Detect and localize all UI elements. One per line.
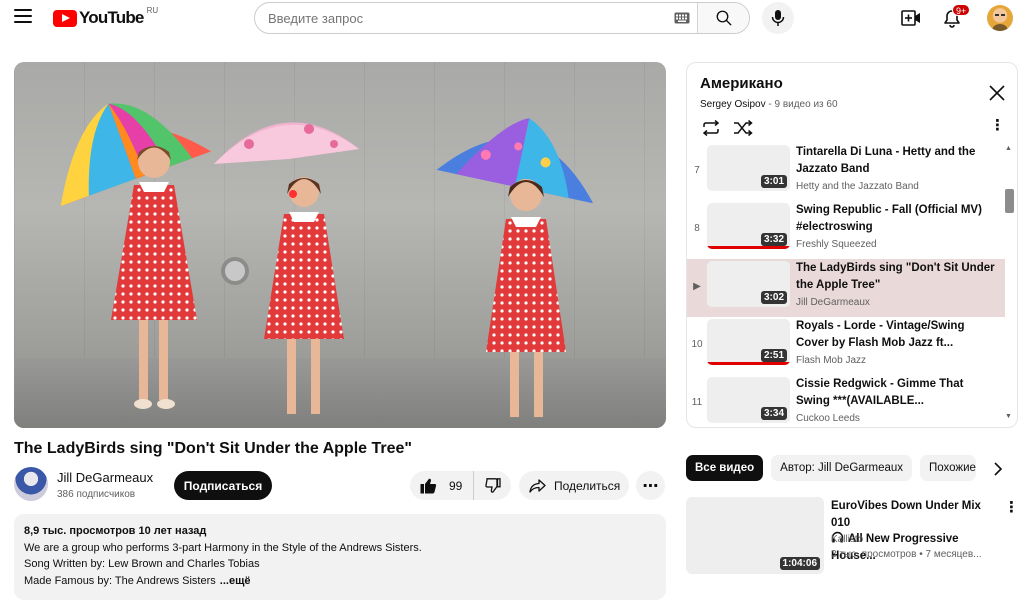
- channel-name[interactable]: Jill DeGarmeaux: [57, 470, 153, 485]
- dislike-button[interactable]: [474, 471, 511, 500]
- playlist-item-title: Cissie Redgwick - Gimme That Swing ***(A…: [796, 378, 964, 407]
- channel-avatar[interactable]: [14, 467, 48, 501]
- playlist-item[interactable]: 10 2:51 Royals - Lorde - Vintage/Swing Cov…: [687, 317, 1005, 375]
- playlist-item-title: Swing Republic - Fall (Official MV) #ele…: [796, 204, 982, 233]
- playlist-item-index: ▶: [693, 281, 701, 292]
- video-duration: 3:32: [760, 233, 787, 246]
- video-player[interactable]: [14, 62, 666, 428]
- playlist-item-title: Tintarella Di Luna - Hetty and the Jazza…: [796, 146, 976, 175]
- description-line-last: Made Famous by: The Andrews Sisters ...ещ…: [24, 573, 656, 590]
- watch-progress-bar: [707, 246, 790, 249]
- playlist-item-channel: Jill DeGarmeaux: [796, 297, 870, 308]
- share-label: Поделиться: [554, 478, 621, 493]
- playlist-subtitle: Sergey Osipov - 9 видео из 60: [700, 99, 838, 110]
- recommended-video[interactable]: 1:04:06 EuroVibes Down Under Mix 010 All…: [686, 496, 1019, 576]
- logo-text: YouTube: [79, 8, 144, 27]
- video-duration: 3:01: [760, 175, 787, 188]
- chevron-right-icon[interactable]: [988, 459, 1008, 479]
- search-button[interactable]: [697, 3, 749, 33]
- shuffle-icon[interactable]: [733, 120, 753, 136]
- show-more-link[interactable]: ...ещё: [220, 575, 251, 587]
- scroll-up-arrow-icon[interactable]: ▲: [1005, 145, 1012, 152]
- user-avatar[interactable]: [987, 5, 1013, 31]
- playlist-owner[interactable]: Sergey Osipov: [700, 99, 766, 110]
- youtube-play-icon: [53, 9, 77, 27]
- video-frame-singer-left: [60, 103, 212, 409]
- playlist-scrollbar[interactable]: [1005, 189, 1014, 213]
- video-plus-icon: [901, 10, 920, 26]
- video-duration: 1:04:06: [779, 557, 820, 570]
- chip-related[interactable]: Похожие: [920, 455, 977, 481]
- playlist-item-channel: Cuckoo Leeds: [796, 413, 860, 424]
- share-arrow-icon: [529, 478, 546, 493]
- more-actions-button[interactable]: ⋯: [636, 471, 665, 500]
- recommended-channel[interactable]: Kallisto: [831, 534, 863, 545]
- playlist-item-index: 10: [691, 339, 703, 350]
- thumbs-down-icon: [484, 478, 501, 493]
- like-dislike-group: 99: [410, 471, 511, 500]
- playlist-item-index: 8: [694, 223, 700, 234]
- playlist-menu-icon[interactable]: ⋮: [990, 118, 1005, 137]
- voice-search-button[interactable]: [762, 2, 794, 34]
- loop-icon[interactable]: [701, 120, 721, 136]
- like-count: 99: [449, 478, 463, 493]
- description-line: We are a group who performs 3-part Harmo…: [24, 541, 422, 554]
- youtube-logo[interactable]: YouTube RU: [53, 5, 159, 28]
- scroll-down-arrow-icon[interactable]: ▼: [1005, 413, 1012, 420]
- playlist-item-thumbnail[interactable]: 2:51: [707, 319, 790, 365]
- keyboard-icon[interactable]: [667, 3, 697, 33]
- playlist-item-title: The LadyBirds sing "Don't Sit Under the …: [796, 262, 995, 291]
- playlist-item[interactable]: 7 3:01 Tintarella Di Luna - Hetty and the …: [687, 143, 1005, 201]
- recommended-thumbnail[interactable]: 1:04:06: [686, 497, 824, 574]
- top-bar: YouTube RU 9+: [0, 0, 1024, 36]
- video-duration: 2:51: [760, 349, 787, 362]
- playlist-item[interactable]: ▶ 3:02 The LadyBirds sing "Don't Sit Under…: [687, 259, 1005, 317]
- subscriber-count: 386 подписчиков: [57, 489, 136, 500]
- playlist-item-channel: Hetty and the Jazzato Band: [796, 181, 919, 192]
- chip-all-videos[interactable]: Все видео: [686, 455, 764, 481]
- video-frame-singer-middle: [214, 122, 359, 414]
- view-stats: 8,9 тыс. просмотров 10 лет назад: [24, 525, 207, 537]
- thumbs-up-icon: [420, 478, 437, 493]
- video-duration: 3:02: [760, 291, 787, 304]
- playlist-item-index: 7: [694, 165, 700, 176]
- search-box: [254, 2, 750, 34]
- recommended-title-line: EuroVibes Down Under Mix 010: [831, 500, 981, 529]
- playlist-item[interactable]: 8 3:32 Swing Republic - Fall (Official MV)…: [687, 201, 1005, 259]
- description-line: Song Written by: Lew Brown and Charles T…: [24, 558, 260, 570]
- playlist-item-channel: Flash Mob Jazz: [796, 355, 867, 366]
- filter-chips: Все видео Автор: Jill DeGarmeaux Похожие: [686, 455, 984, 481]
- playlist-panel: Американо Sergey Osipov - 9 видео из 60 …: [686, 62, 1018, 428]
- subscribe-button[interactable]: Подписаться: [174, 471, 272, 500]
- microphone-icon: [771, 10, 785, 26]
- menu-icon[interactable]: [14, 9, 32, 25]
- description-line-text: Made Famous by: The Andrews Sisters: [24, 574, 216, 587]
- share-button[interactable]: Поделиться: [519, 471, 629, 500]
- playlist-count: - 9 видео из 60: [765, 99, 838, 110]
- recommended-menu-icon[interactable]: ⋮: [1004, 498, 1019, 516]
- video-duration: 3:34: [760, 407, 787, 420]
- like-button[interactable]: 99: [410, 471, 474, 500]
- create-button[interactable]: [900, 7, 922, 29]
- playlist-item-thumbnail[interactable]: 3:01: [707, 145, 790, 191]
- playlist-title[interactable]: Американо: [700, 75, 783, 92]
- notifications-badge: 9+: [952, 4, 971, 16]
- search-icon: [716, 10, 731, 26]
- region-label: RU: [146, 5, 159, 15]
- playlist-item-index: 11: [691, 397, 703, 408]
- video-frame-singer-right: [436, 118, 594, 417]
- watch-progress-bar: [707, 362, 790, 365]
- chip-by-author[interactable]: Автор: Jill DeGarmeaux: [771, 455, 913, 481]
- playlist-item[interactable]: 11 3:34 Cissie Redgwick - Gimme That Swing…: [687, 375, 1005, 427]
- video-title: The LadyBirds sing "Don't Sit Under the …: [14, 440, 412, 457]
- playlist-item-thumbnail[interactable]: 3:32: [707, 203, 790, 249]
- close-icon[interactable]: [987, 83, 1007, 103]
- search-input[interactable]: [255, 3, 667, 33]
- playlist-item-title: Royals - Lorde - Vintage/Swing Cover by …: [796, 320, 965, 349]
- playlist-item-channel: Freshly Squeezed: [796, 239, 877, 250]
- playlist-item-thumbnail[interactable]: 3:34: [707, 377, 790, 423]
- description-box[interactable]: 8,9 тыс. просмотров 10 лет назад We are …: [14, 514, 666, 600]
- recommended-meta: 3 тыс. просмотров • 7 месяцев...: [831, 549, 982, 560]
- playlist-item-thumbnail[interactable]: 3:02: [707, 261, 790, 307]
